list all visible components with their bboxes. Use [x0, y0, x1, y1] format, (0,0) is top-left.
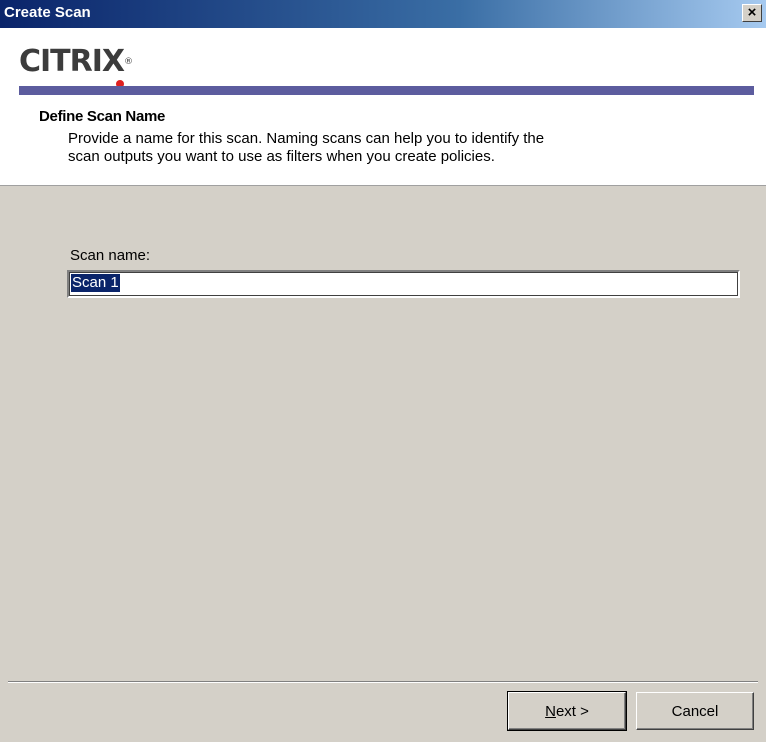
scan-name-input[interactable]: Scan 1	[67, 270, 740, 298]
citrix-logo: CITRIX®	[19, 44, 134, 88]
title-bar[interactable]: Create Scan ×	[0, 0, 766, 28]
scan-name-value: Scan 1	[71, 274, 120, 292]
wizard-header: CITRIX® Define Scan Name Provide a name …	[0, 28, 766, 186]
cancel-label: Cancel	[671, 702, 719, 720]
section-title: Define Scan Name	[39, 108, 166, 125]
accent-bar	[19, 86, 754, 95]
window-title: Create Scan	[4, 4, 91, 21]
footer-divider	[8, 681, 758, 683]
next-mnemonic: N	[545, 702, 556, 720]
create-scan-dialog: Create Scan × CITRIX® Define Scan Name P…	[0, 0, 766, 742]
close-button[interactable]: ×	[742, 4, 762, 22]
scan-name-label: Scan name:	[70, 247, 151, 264]
next-button[interactable]: Next >	[507, 691, 627, 731]
section-description: Provide a name for this scan. Naming sca…	[68, 130, 545, 165]
close-icon: ×	[747, 4, 757, 21]
cancel-button[interactable]: Cancel	[636, 692, 754, 730]
next-label: ext >	[555, 702, 589, 720]
trademark-mark: ®	[124, 57, 134, 67]
logo-text: CITRIX	[19, 44, 125, 79]
